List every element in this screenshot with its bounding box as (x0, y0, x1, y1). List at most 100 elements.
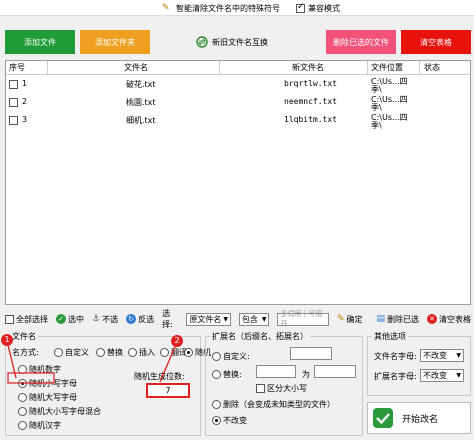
chevron-down-icon: ▼ (261, 315, 267, 323)
radio-icon[interactable] (18, 365, 27, 374)
row-checkbox[interactable] (9, 98, 18, 107)
filename-case-select[interactable]: 不改变 ▼ (420, 349, 464, 362)
row-location: C:\Us...四季\ (371, 95, 408, 112)
document-delete-icon: ▤ (376, 314, 385, 324)
select-all-label: 全部选择 (16, 314, 48, 324)
delete-selected-label: 删除已选 (387, 314, 419, 324)
step-marker-2: 2 (171, 335, 183, 347)
column-header-filename[interactable]: 文件名 (48, 61, 220, 75)
random-digits-radio[interactable]: 随机数字 (18, 364, 61, 375)
random-uppercase-label: 随机大写字母 (29, 393, 77, 402)
delete-selected-files-button[interactable]: 删除已选的文件 (326, 30, 396, 54)
other-options-legend: 其他选项 (372, 331, 408, 342)
confirm-button[interactable]: ✎ 确定 (337, 314, 363, 325)
random-lowercase-radio[interactable]: 随机小写字母 (18, 378, 77, 389)
filename-case-label: 文件名字母: (374, 352, 417, 361)
mode-replace-radio[interactable]: 替换 (96, 347, 123, 358)
file-table[interactable]: 序号 文件名 新文件名 文件位置 状态 1 破花.txt brqrtlw.txt… (5, 60, 471, 305)
radio-icon[interactable] (96, 348, 105, 357)
row-new-filename: 1lqbitm.txt (284, 115, 337, 124)
row-index: 3 (22, 115, 28, 124)
radio-icon[interactable] (128, 348, 137, 357)
name-mode-label: 名方式: (12, 348, 39, 357)
deselect-button[interactable]: ⚓ 不选 (92, 314, 118, 325)
random-mixed-case-radio[interactable]: 随机大小写字母混合 (18, 406, 101, 417)
check-badge-icon (373, 408, 393, 428)
anchor-icon: ⚓ (92, 314, 101, 324)
row-checkbox[interactable] (9, 80, 18, 89)
select-all-checkbox[interactable]: 全部选择 (5, 314, 48, 325)
other-options-group: 其他选项 文件名字母: 不改变 ▼ 扩展名字母: 不改变 ▼ (367, 331, 471, 396)
column-header-location[interactable]: 文件位置 (368, 61, 420, 75)
ext-case-value: 不改变 (423, 371, 447, 380)
ext-custom-radio[interactable]: 自定义: (212, 351, 250, 362)
random-chinese-radio[interactable]: 随机汉字 (18, 420, 61, 431)
ext-replace-from-input[interactable] (256, 365, 296, 378)
radio-icon[interactable] (212, 400, 221, 409)
delete-selected-button[interactable]: ▤ 删除已选 (376, 314, 419, 325)
ext-replace-to-input[interactable] (314, 365, 356, 378)
radio-icon[interactable] (18, 421, 27, 430)
radio-icon[interactable] (18, 407, 27, 416)
select-label: 选中 (68, 314, 84, 324)
radio-icon[interactable] (212, 370, 221, 379)
compat-mode-checkbox[interactable]: 兼容模式 (296, 2, 340, 14)
keyword-input[interactable]: 多词用 | 号隔开 (277, 310, 329, 328)
mode-custom-label: 自定义 (65, 348, 89, 357)
radio-icon[interactable] (18, 393, 27, 402)
row-filename: 桃園.txt (126, 98, 156, 107)
field-select[interactable]: 原文件名 ▼ (186, 312, 231, 326)
add-file-button[interactable]: 添加文件 (5, 30, 75, 54)
random-lowercase-label: 随机小写字母 (29, 379, 77, 388)
row-new-filename: brqrtlw.txt (284, 79, 337, 88)
random-length-label: 随机生成位数: (134, 372, 185, 381)
table-row[interactable]: 2 桃園.txt neemncf.txt C:\Us...四季\ (6, 94, 470, 112)
table-row[interactable]: 1 破花.txt brqrtlw.txt C:\Us...四季\ (6, 76, 470, 94)
filename-case-value: 不改变 (423, 351, 447, 360)
radio-icon[interactable] (54, 348, 63, 357)
checkbox-icon[interactable] (256, 384, 265, 393)
clear-list-button[interactable]: 清空表格 (401, 30, 471, 54)
radio-icon[interactable] (212, 416, 221, 425)
ext-unchanged-radio[interactable]: 不改变 (212, 415, 247, 426)
random-uppercase-radio[interactable]: 随机大写字母 (18, 392, 77, 403)
ext-custom-input[interactable] (290, 347, 332, 360)
ext-replace-radio[interactable]: 替换: (212, 369, 242, 380)
ext-case-sensitive-checkbox[interactable]: 区分大小写 (256, 383, 307, 394)
start-rename-label: 开始改名 (402, 414, 439, 425)
mode-translate-radio[interactable]: 翻译 (160, 347, 187, 358)
match-select[interactable]: 包含 ▼ (238, 312, 270, 326)
swap-names-button[interactable]: 新旧文件名互换 (196, 32, 268, 52)
column-header-index[interactable]: 序号 (6, 61, 48, 75)
row-filename: 细机.txt (126, 116, 156, 125)
app-title: 智能清除文件名中的特殊符号 (176, 4, 280, 13)
ext-unchanged-label: 不改变 (223, 416, 247, 425)
select-button[interactable]: ✓ 选中 (56, 314, 84, 325)
mode-insert-radio[interactable]: 插入 (128, 347, 155, 358)
row-checkbox[interactable] (9, 116, 18, 125)
filename-group-legend: 文件名 (10, 331, 38, 342)
ext-delete-radio[interactable]: 删除（会变成未知类型的文件） (212, 399, 335, 410)
invert-button[interactable]: ↻ 反选 (126, 314, 154, 325)
ext-case-select[interactable]: 不改变 ▼ (420, 369, 464, 382)
chevron-down-icon: ▼ (456, 372, 461, 379)
table-row[interactable]: 3 细机.txt 1lqbitm.txt C:\Us...四季\ (6, 112, 470, 130)
check-icon: ✓ (56, 314, 66, 324)
ext-replace-label: 替换: (223, 370, 242, 379)
checkbox-icon[interactable] (296, 2, 305, 13)
checkbox-icon[interactable] (5, 314, 14, 324)
row-location: C:\Us...四季\ (371, 77, 408, 94)
add-folder-button[interactable]: 添加文件夹 (80, 30, 150, 54)
mode-custom-radio[interactable]: 自定义 (54, 347, 89, 358)
start-rename-button[interactable]: 开始改名 (367, 402, 471, 434)
radio-icon[interactable] (184, 348, 193, 357)
radio-icon[interactable] (212, 352, 221, 361)
column-header-new-filename[interactable]: 新文件名 (220, 61, 368, 75)
column-header-status[interactable]: 状态 (420, 61, 470, 75)
filename-group: 文件名 名方式: 自定义 替换 插入 翻译 随机 随机数字 随机小写字母 随机大… (5, 331, 211, 436)
clear-table-button[interactable]: ✕ 清空表格 (427, 314, 471, 325)
radio-icon[interactable] (18, 379, 27, 388)
radio-icon[interactable] (160, 348, 169, 357)
random-length-input[interactable]: 7 (146, 383, 190, 398)
ext-replace-with-label: 为 (302, 370, 310, 379)
